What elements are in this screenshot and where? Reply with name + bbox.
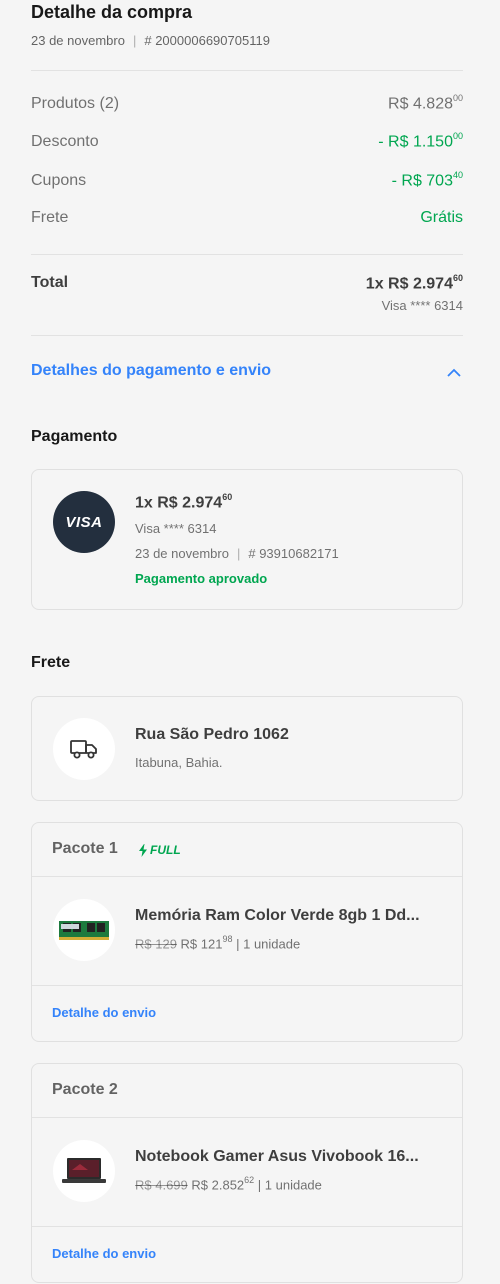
product-price: R$ 4.699 R$ 2.85262 | 1 unidade <box>135 1175 322 1193</box>
divider <box>32 876 462 877</box>
coupons-value: - R$ 70340 <box>391 170 463 190</box>
package-title: Pacote 1 <box>52 840 118 857</box>
order-number-prefix: # <box>144 33 152 48</box>
current-price: R$ 2.852 <box>191 1177 245 1193</box>
discount-label: Desconto <box>31 133 99 151</box>
payment-status: Pagamento aprovado <box>135 571 268 586</box>
summary-row-products: Produtos (2) R$ 4.82800 <box>31 93 463 113</box>
lightning-icon <box>139 843 147 857</box>
product-qty: | 1 unidade <box>236 936 301 952</box>
divider <box>32 1117 462 1118</box>
divider <box>32 985 462 986</box>
payment-tx-prefix: # <box>248 546 256 561</box>
payment-card-info: Visa **** 6314 <box>135 521 217 536</box>
shipping-address: Rua São Pedro 1062 <box>135 726 289 743</box>
product-thumbnail-notebook[interactable] <box>53 1140 115 1202</box>
summary-row-discount: Desconto - R$ 1.15000 <box>31 131 463 151</box>
order-date: 23 de novembro <box>31 33 125 48</box>
old-price: R$ 129 <box>135 936 177 952</box>
page-title: Detalhe da compra <box>31 2 193 22</box>
package-title: Pacote 2 <box>52 1081 118 1098</box>
shipping-label: Frete <box>31 209 69 226</box>
product-price: R$ 129 R$ 12198 | 1 unidade <box>135 934 301 952</box>
divider <box>31 254 463 255</box>
shipping-city: Itabuna, Bahia. <box>135 755 223 770</box>
ram-module-icon <box>59 921 109 940</box>
divider <box>32 1226 462 1227</box>
order-number: 2000006690705119 <box>155 33 270 48</box>
payment-amount: 1x R$ 2.97460 <box>135 492 233 512</box>
laptop-icon <box>62 1158 106 1183</box>
payment-date: 23 de novembro <box>135 546 229 561</box>
discount-value: - R$ 1.15000 <box>378 131 463 151</box>
payment-meta: 23 de novembro | # 93910682171 <box>135 546 339 561</box>
divider <box>31 335 463 336</box>
total-value: 1x R$ 2.97460 <box>365 273 463 293</box>
product-name[interactable]: Memória Ram Color Verde 8gb 1 Dd... <box>135 907 445 925</box>
order-meta: 23 de novembro | # 2000006690705119 <box>31 33 270 48</box>
payment-tx-number: 93910682171 <box>259 546 339 561</box>
current-price: R$ 121 <box>180 936 223 952</box>
shipment-detail-link[interactable]: Detalhe do envio <box>52 1005 156 1020</box>
summary-row-shipping: Frete Grátis <box>31 209 463 227</box>
purchase-detail-page: Detalhe da compra 23 de novembro | # 20000… <box>0 0 500 1284</box>
chevron-up-icon[interactable] <box>446 366 462 378</box>
shipping-value: Grátis <box>420 209 463 226</box>
full-badge: FULL <box>138 843 181 857</box>
products-value: R$ 4.82800 <box>388 93 463 113</box>
divider <box>31 70 463 71</box>
products-label: Produtos (2) <box>31 95 120 113</box>
total-label: Total <box>31 274 69 291</box>
old-price: R$ 4.699 <box>135 1177 188 1193</box>
shipment-detail-link[interactable]: Detalhe do envio <box>52 1246 156 1261</box>
product-thumbnail-ram[interactable] <box>53 899 115 961</box>
coupons-label: Cupons <box>31 172 87 190</box>
total-card: Visa **** 6314 <box>381 298 463 313</box>
product-qty: | 1 unidade <box>257 1177 322 1193</box>
payment-section-title: Pagamento <box>31 428 118 445</box>
meta-divider: | <box>132 33 137 48</box>
summary-row-coupons: Cupons - R$ 70340 <box>31 170 463 190</box>
shipping-section-title: Frete <box>31 654 71 671</box>
visa-logo-icon: VISA <box>53 491 115 553</box>
product-name[interactable]: Notebook Gamer Asus Vivobook 16... <box>135 1148 445 1166</box>
payment-shipping-details-toggle[interactable]: Detalhes do pagamento e envio <box>31 362 271 380</box>
truck-icon <box>53 718 115 780</box>
